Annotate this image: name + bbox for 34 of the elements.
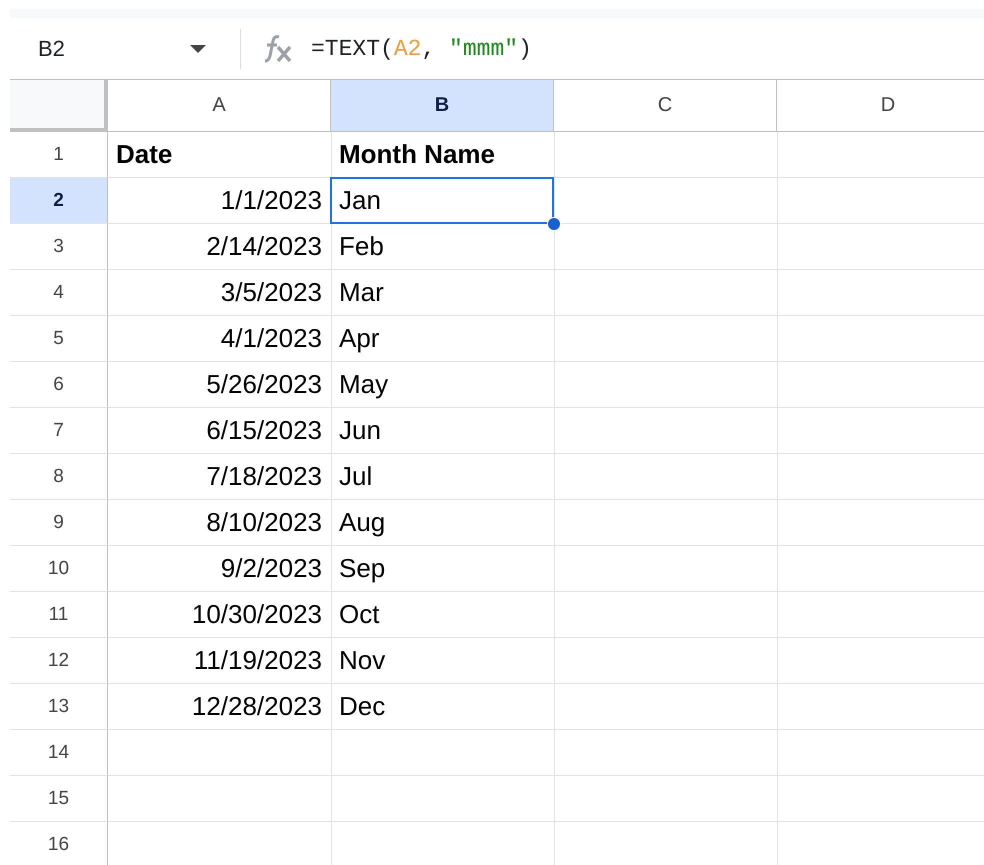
column-header[interactable]: B	[331, 80, 554, 132]
row-header[interactable]: 2	[10, 178, 108, 224]
table-cell[interactable]: 8/10/2023	[108, 500, 330, 545]
table-cell[interactable]: 1/1/2023	[108, 178, 330, 223]
table-cell[interactable]: Jun	[331, 408, 553, 453]
name-box[interactable]: B2	[10, 28, 220, 68]
table-cell[interactable]: Mar	[331, 270, 553, 315]
table-cell[interactable]: 6/15/2023	[108, 408, 330, 453]
table-cell[interactable]: Date	[108, 132, 330, 177]
table-cell[interactable]: Sep	[331, 546, 553, 591]
fill-handle[interactable]	[547, 217, 561, 231]
table-cell[interactable]: 9/2/2023	[108, 546, 330, 591]
table-cell[interactable]: Oct	[331, 592, 553, 637]
table-cell[interactable]: May	[331, 362, 553, 407]
table-cell[interactable]: 7/18/2023	[108, 454, 330, 499]
table-cell[interactable]: Dec	[331, 684, 553, 729]
table-cell[interactable]: Jul	[331, 454, 553, 499]
table-cell[interactable]: Feb	[331, 224, 553, 269]
table-cell[interactable]: 12/28/2023	[108, 684, 330, 729]
table-cell[interactable]: 11/19/2023	[108, 638, 330, 683]
table-cell[interactable]: 2/14/2023	[108, 224, 330, 269]
table-cell[interactable]: Month Name	[331, 132, 553, 177]
column-header[interactable]: C	[554, 80, 777, 132]
table-cell[interactable]: Jan	[330, 177, 554, 224]
formula-field[interactable]: =TEXT(A2, "mmm")	[311, 36, 532, 62]
table-cell[interactable]: Nov	[331, 638, 553, 683]
table-cell[interactable]: 3/5/2023	[108, 270, 330, 315]
table-cell[interactable]: 10/30/2023	[108, 592, 330, 637]
table-cell[interactable]: Aug	[331, 500, 553, 545]
column-header[interactable]: D	[777, 80, 984, 132]
table-cell[interactable]: Apr	[331, 316, 553, 361]
table-cell[interactable]: 4/1/2023	[108, 316, 330, 361]
table-cell[interactable]: 5/26/2023	[108, 362, 330, 407]
caret-icon	[190, 44, 206, 52]
